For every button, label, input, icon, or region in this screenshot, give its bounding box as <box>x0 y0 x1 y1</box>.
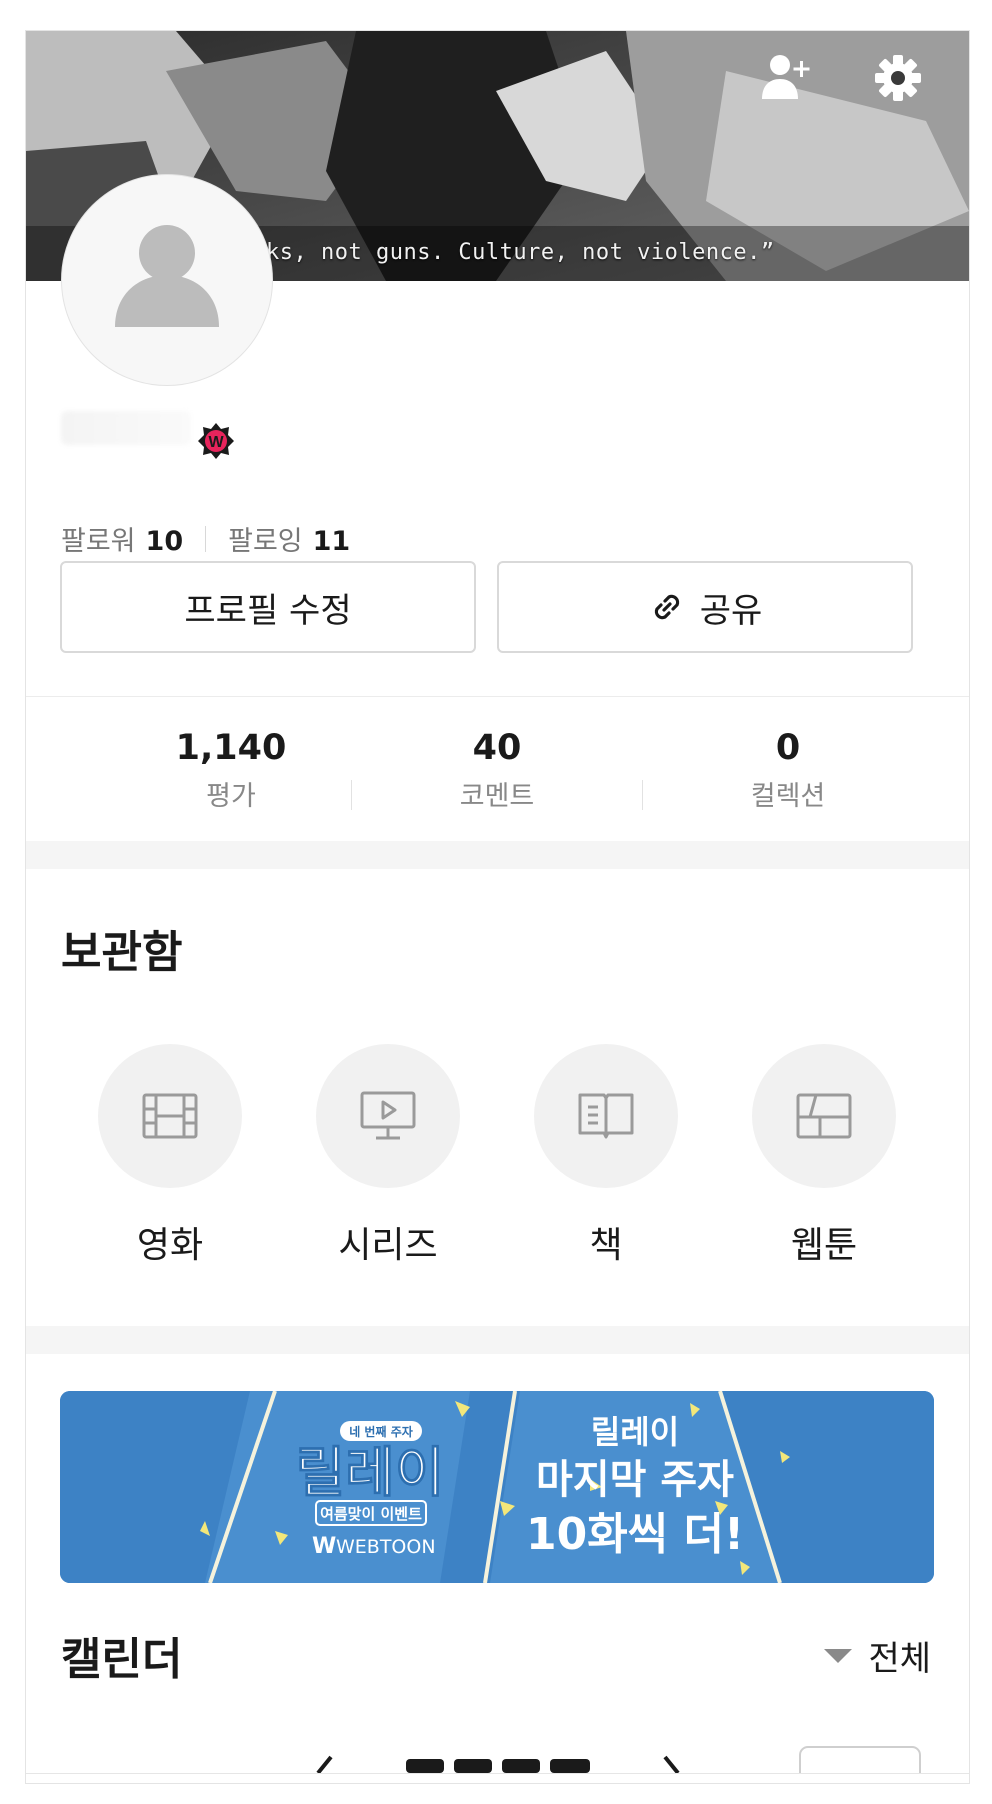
share-label: 공유 <box>699 590 763 631</box>
settings-button[interactable] <box>868 47 928 107</box>
webtoon-badge-icon: W <box>198 423 234 459</box>
profile-page: ks, not guns. Culture, not violence.” W … <box>25 30 970 1784</box>
username-redacted <box>61 411 191 445</box>
followers-count: 10 <box>145 526 184 557</box>
ratings-count: 1,140 <box>175 728 287 768</box>
storage-item-circle <box>98 1044 242 1188</box>
share-button[interactable]: 공유 <box>497 561 913 653</box>
calendar-header-partial <box>26 1743 969 1773</box>
caret-down-icon <box>824 1648 853 1663</box>
add-friend-button[interactable] <box>756 47 816 107</box>
stat-collections[interactable]: 0 컬렉션 <box>643 728 933 813</box>
storage-item-label: 웹툰 <box>790 1225 858 1266</box>
followers-label: 팔로워 <box>61 526 136 557</box>
prev-month-chevron-icon <box>316 1755 333 1773</box>
banner-brand: WEBTOON <box>336 1536 436 1558</box>
storage-item-label: 영화 <box>136 1225 204 1266</box>
storage-item-webtoon[interactable]: 웹툰 <box>752 1044 896 1268</box>
calendar-filter-dropdown[interactable]: 전체 <box>824 1631 931 1680</box>
bottom-navigation <box>26 1773 969 1783</box>
storage-item-circle <box>534 1044 678 1188</box>
following-count: 11 <box>312 526 351 557</box>
storage-item-circle <box>316 1044 460 1188</box>
followers-link[interactable]: 팔로워 10 <box>61 519 183 558</box>
film-icon <box>142 1093 198 1139</box>
badge-letter: W <box>208 434 224 451</box>
section-divider <box>26 696 969 697</box>
link-icon <box>654 594 679 620</box>
rating-stats: 1,140 평가 40 코멘트 0 컬렉션 <box>26 728 969 838</box>
stat-comments[interactable]: 40 코멘트 <box>352 728 642 813</box>
tv-play-icon <box>360 1091 416 1140</box>
stat-ratings[interactable]: 1,140 평가 <box>86 728 376 813</box>
profile-avatar[interactable] <box>61 174 273 386</box>
banner-title-left: 릴레이 <box>295 1441 444 1504</box>
gear-icon <box>875 55 921 101</box>
banner-tag: 네 번째 주자 <box>349 1424 413 1439</box>
comments-label: 코멘트 <box>459 781 535 812</box>
next-month-chevron-icon <box>663 1755 680 1773</box>
banner-line3: 10화씩 더! <box>526 1509 744 1560</box>
calendar-filter-label: 전체 <box>868 1639 931 1679</box>
promo-banner[interactable]: 네 번째 주자 릴레이 여름맞이 이벤트 W WEBTOON 릴레이 마지막 주… <box>60 1391 934 1583</box>
section-gap <box>26 1326 969 1354</box>
webtoon-panel-icon <box>796 1093 852 1139</box>
banner-line1: 릴레이 <box>591 1413 679 1451</box>
edit-profile-button[interactable]: 프로필 수정 <box>60 561 476 653</box>
storage-item-movie[interactable]: 영화 <box>98 1044 242 1268</box>
storage-title: 보관함 <box>61 927 183 978</box>
follow-divider <box>205 525 207 552</box>
comments-count: 40 <box>472 728 522 768</box>
calendar-title: 캘린더 <box>61 1634 183 1685</box>
following-label: 팔로잉 <box>228 526 303 557</box>
person-plus-icon <box>762 55 810 99</box>
edit-profile-label: 프로필 수정 <box>184 590 352 631</box>
book-icon <box>578 1093 634 1139</box>
follow-stats: 팔로워 10 팔로잉 11 <box>61 519 350 558</box>
following-link[interactable]: 팔로잉 11 <box>228 519 350 558</box>
storage-item-label: 책 <box>589 1225 623 1266</box>
collections-label: 컬렉션 <box>750 781 826 812</box>
banner-artwork: 네 번째 주자 릴레이 여름맞이 이벤트 W WEBTOON 릴레이 마지막 주… <box>60 1391 934 1583</box>
storage-item-book[interactable]: 책 <box>534 1044 678 1268</box>
banner-w-logo: W <box>312 1534 336 1559</box>
banner-line2: 마지막 주자 <box>536 1457 734 1503</box>
storage-item-label: 시리즈 <box>338 1225 438 1266</box>
storage-item-circle <box>752 1044 896 1188</box>
person-silhouette-icon <box>115 225 219 327</box>
banner-subtitle-left: 여름맞이 이벤트 <box>320 1505 422 1523</box>
ratings-label: 평가 <box>206 781 256 812</box>
calendar-header-clipped <box>316 1746 921 1773</box>
cover-quote-text: ks, not guns. Culture, not violence.” <box>266 240 775 265</box>
section-gap <box>26 841 969 869</box>
storage-item-series[interactable]: 시리즈 <box>316 1044 460 1268</box>
collections-count: 0 <box>775 728 801 768</box>
